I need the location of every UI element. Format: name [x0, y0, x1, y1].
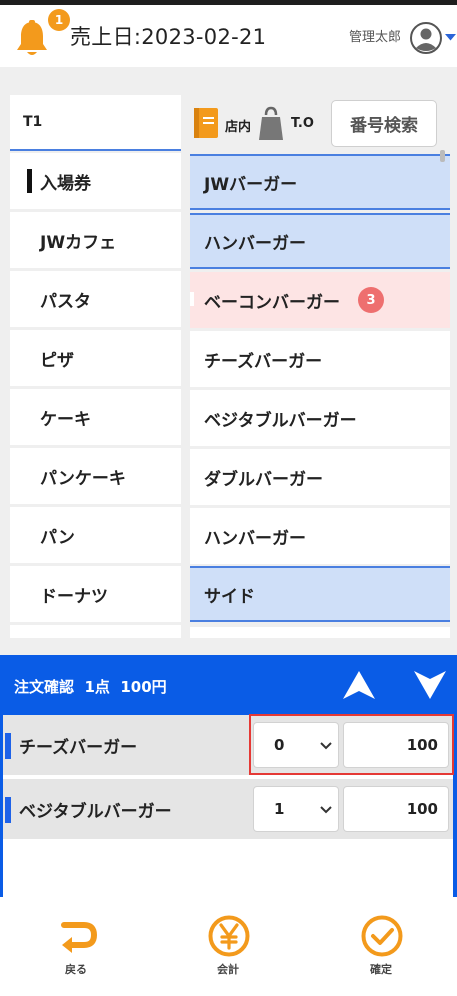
order-type-toolbar: 店内 T.O 番号検索 — [190, 95, 450, 153]
category-label: ケーキ — [40, 410, 91, 430]
takeout-label[interactable]: T.O — [291, 116, 314, 131]
product-label: ベジタブルバーガー — [204, 411, 357, 431]
product-item[interactable]: チーズバーガー — [190, 331, 450, 387]
chevron-down-icon[interactable] — [444, 32, 457, 42]
selection-notch — [190, 292, 194, 306]
product-item[interactable]: サイド — [190, 566, 450, 622]
price-field[interactable]: 100 — [343, 786, 449, 832]
expand-up-icon[interactable] — [342, 669, 376, 701]
notification-badge: 1 — [48, 9, 70, 31]
quantity-badge: 3 — [358, 287, 384, 313]
category-item[interactable]: 入場券 — [10, 153, 181, 209]
bell-icon[interactable] — [14, 19, 50, 59]
product-label: ハンバーガー — [204, 234, 306, 254]
product-list: 店内 T.O 番号検索 JWバーガー ハンバーガー ベーコンバーガー 3 チーズ… — [190, 95, 450, 638]
order-line: チーズバーガー 0 100 — [3, 715, 453, 775]
dine-in-label[interactable]: 店内 — [225, 116, 251, 135]
active-indicator — [27, 169, 32, 193]
order-line-name: ベジタブルバーガー — [19, 802, 172, 822]
quantity-select[interactable]: 1 — [253, 786, 339, 832]
category-item[interactable]: JWカフェ — [10, 212, 181, 268]
panel-border-right — [453, 715, 457, 897]
product-item[interactable]: ダブルバーガー — [190, 449, 450, 505]
product-label: ハンバーガー — [204, 529, 306, 549]
book-icon[interactable] — [192, 107, 220, 139]
category-label: JWカフェ — [40, 233, 117, 253]
footer-bar: 戻る 会計 確定 — [0, 897, 457, 996]
category-item[interactable]: ピザ — [10, 330, 181, 386]
check-circle-icon — [361, 915, 403, 957]
bag-icon[interactable] — [258, 105, 284, 141]
product-item[interactable]: ハンバーガー — [190, 508, 450, 564]
quantity-value: 0 — [274, 736, 285, 754]
category-item[interactable]: ドーナツ — [10, 566, 181, 622]
category-label: ピザ — [40, 351, 74, 371]
product-item[interactable]: ベジタブルバーガー — [190, 390, 450, 446]
category-item[interactable]: パスタ — [10, 271, 181, 327]
user-avatar-icon[interactable] — [410, 22, 442, 54]
product-item[interactable]: JWバーガー — [190, 154, 450, 210]
sales-date: 売上日:2023-02-21 — [70, 25, 267, 49]
order-summary-bar: 注文確認 1点 100円 — [0, 655, 457, 715]
collapse-down-icon[interactable] — [413, 669, 447, 701]
back-button[interactable]: 戻る — [26, 897, 126, 996]
order-item-count: 1点 — [84, 678, 110, 696]
quantity-select[interactable]: 0 — [253, 722, 339, 768]
table-selector[interactable]: T1 — [10, 95, 181, 151]
number-search-button[interactable]: 番号検索 — [331, 100, 437, 147]
order-total: 100円 — [120, 678, 167, 696]
confirm-button[interactable]: 確定 — [331, 897, 431, 996]
checkout-label: 会計 — [217, 963, 239, 976]
price-value: 100 — [406, 800, 438, 818]
return-arrow-icon — [61, 922, 98, 953]
category-label: パンケーキ — [40, 469, 126, 489]
category-label: パン — [40, 528, 75, 548]
order-line-name: チーズバーガー — [19, 738, 138, 758]
checkout-button[interactable]: 会計 — [178, 897, 278, 996]
chevron-down-icon — [320, 806, 332, 814]
product-label: ベーコンバーガー — [204, 293, 340, 313]
category-item[interactable]: パン — [10, 507, 181, 563]
confirm-label: 確定 — [370, 963, 392, 976]
product-label: ダブルバーガー — [204, 470, 323, 490]
order-summary-title: 注文確認 — [14, 678, 75, 696]
row-marker — [5, 733, 11, 759]
header: 1 売上日:2023-02-21 管理太郎 — [0, 5, 457, 67]
product-label: チーズバーガー — [204, 352, 323, 372]
product-item[interactable]: ベーコンバーガー 3 — [190, 272, 450, 328]
scrollbar[interactable] — [440, 150, 445, 162]
category-item[interactable]: パンケーキ — [10, 448, 181, 504]
back-label: 戻る — [65, 963, 87, 976]
product-item[interactable] — [190, 627, 450, 638]
category-label: ドーナツ — [40, 587, 108, 607]
table-label: T1 — [23, 114, 43, 130]
category-item[interactable]: ケーキ — [10, 389, 181, 445]
product-label: サイド — [204, 587, 255, 607]
price-field[interactable]: 100 — [343, 722, 449, 768]
price-value: 100 — [406, 736, 438, 754]
product-item[interactable]: ハンバーガー — [190, 213, 450, 269]
product-label: JWバーガー — [204, 175, 298, 195]
category-list: T1 入場券 JWカフェ パスタ ピザ ケーキ パンケーキ パン ドーナツ — [10, 95, 181, 638]
category-item[interactable] — [10, 625, 181, 638]
category-label: 入場券 — [40, 174, 91, 194]
quantity-value: 1 — [274, 800, 285, 818]
order-line: ベジタブルバーガー 1 100 — [3, 779, 453, 839]
order-summary-text: 注文確認 1点 100円 — [14, 676, 167, 697]
user-name[interactable]: 管理太郎 — [349, 26, 401, 45]
row-marker — [5, 797, 11, 823]
category-label: パスタ — [40, 292, 91, 312]
yen-icon — [208, 915, 250, 957]
chevron-down-icon — [320, 742, 332, 750]
